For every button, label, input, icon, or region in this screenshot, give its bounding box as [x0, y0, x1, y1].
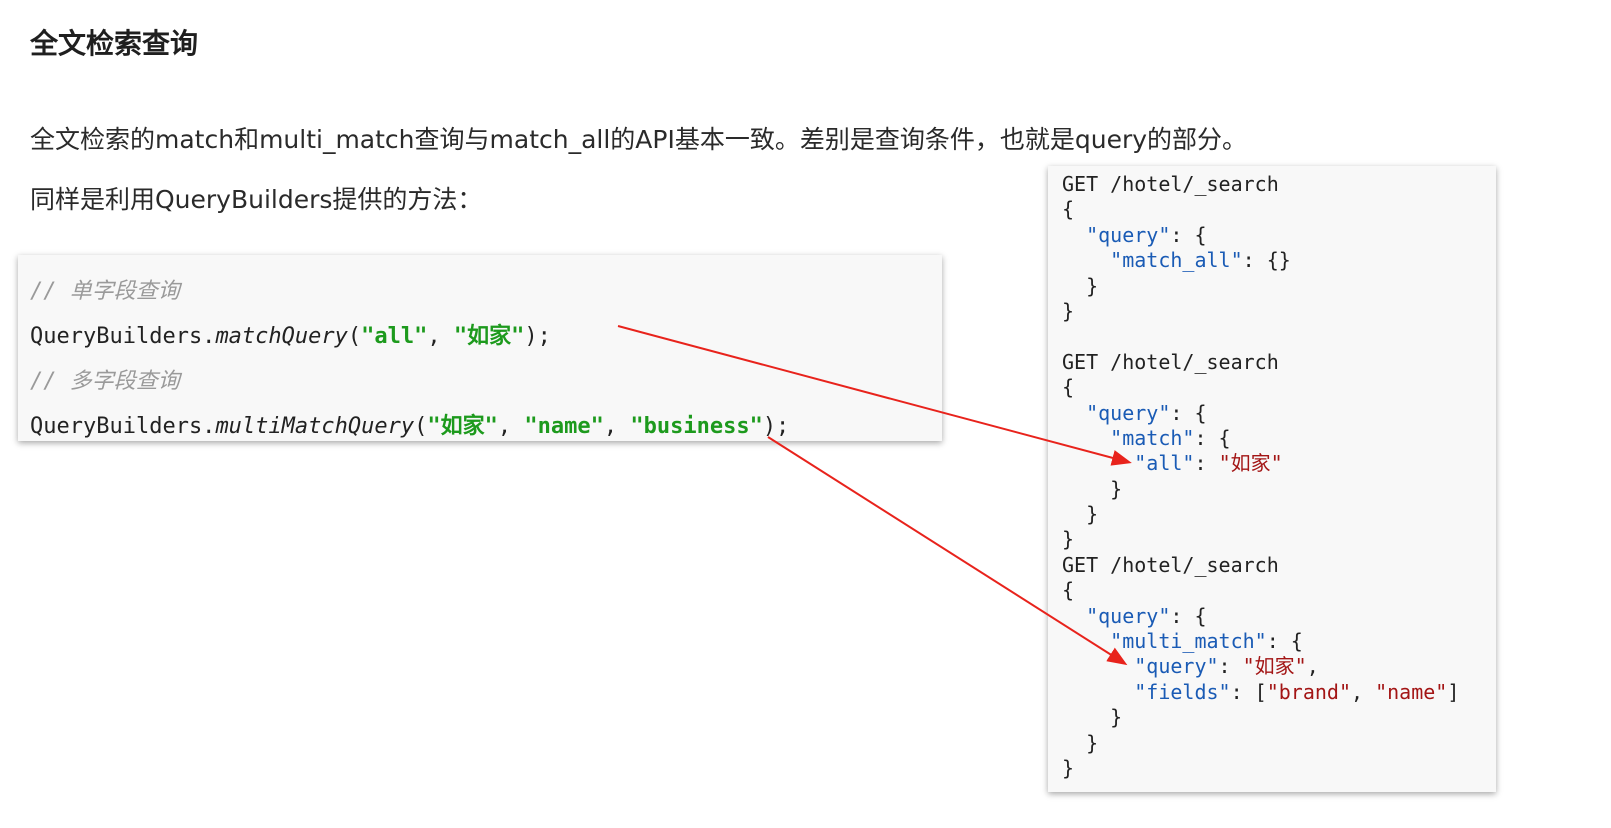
dsl-line: "query": "如家",: [1134, 654, 1319, 679]
dsl-brace: }: [1062, 273, 1099, 298]
code-string-arg: "如家": [453, 324, 525, 349]
dsl-key: "query": [1086, 222, 1171, 247]
code-method-name: multiMatchQuery: [215, 414, 415, 439]
code-class-name: QueryBuilders.: [30, 324, 216, 349]
dsl-key: "match": [1110, 425, 1195, 450]
dsl-line: "match_all": {}: [1110, 248, 1291, 273]
dsl-line: "match": {: [1110, 425, 1231, 450]
dsl-line: "multi_match": {: [1110, 629, 1303, 654]
dsl-line: "query": {: [1086, 222, 1207, 247]
dsl-string-value: "brand": [1266, 679, 1351, 704]
intro-paragraph: 全文检索的match和multi_match查询与match_all的API基本…: [30, 125, 1248, 154]
dsl-brace: }: [1062, 730, 1099, 755]
code-multi-match-query-line: QueryBuilders.multiMatchQuery("如家", "nam…: [30, 408, 789, 440]
page-heading: 全文检索查询: [30, 27, 199, 60]
code-string-arg: "business": [630, 414, 763, 439]
dsl-string-value: "如家": [1218, 451, 1283, 476]
dsl-value: {}: [1266, 248, 1291, 273]
code-separator: ,: [427, 324, 454, 349]
dsl-request-line: GET /hotel/_search: [1062, 349, 1279, 374]
code-string-arg: "all": [361, 324, 428, 349]
code-paren: (: [414, 414, 428, 439]
dsl-line: "fields": ["brand", "name"]: [1134, 679, 1460, 704]
code-method-name: matchQuery: [215, 324, 348, 349]
dsl-brace: }: [1062, 298, 1075, 323]
java-code-block: // 单字段查询 QueryBuilders.matchQuery("all",…: [18, 255, 942, 441]
dsl-key: "query": [1086, 400, 1171, 425]
dsl-request-line: GET /hotel/_search: [1062, 552, 1279, 577]
dsl-line: "all": "如家": [1134, 451, 1283, 476]
dsl-brace: {: [1062, 197, 1075, 222]
code-separator: ,: [603, 414, 631, 439]
dsl-brace: {: [1062, 375, 1075, 400]
code-paren: (: [347, 324, 362, 349]
dsl-key: "query": [1086, 603, 1171, 628]
code-separator: ,: [497, 414, 525, 439]
dsl-brace: }: [1062, 502, 1099, 527]
dsl-brace: }: [1062, 755, 1075, 780]
dsl-key: "multi_match": [1110, 629, 1267, 654]
code-class-name: QueryBuilders.: [30, 414, 216, 439]
code-match-query-line: QueryBuilders.matchQuery("all", "如家");: [30, 318, 551, 350]
dsl-brace: {: [1062, 578, 1075, 603]
code-paren: );: [524, 324, 551, 349]
method-paragraph: 同样是利用QueryBuilders提供的方法：: [30, 185, 483, 214]
dsl-string-value: "name": [1375, 679, 1448, 704]
dsl-brace: }: [1062, 705, 1123, 730]
dsl-line: "query": {: [1086, 603, 1207, 628]
code-comment-single-field: // 单字段查询: [30, 279, 180, 304]
dsl-blank: [1062, 324, 1496, 349]
dsl-key: "match_all": [1110, 248, 1243, 273]
dsl-line: "query": {: [1086, 400, 1207, 425]
dsl-request-line: GET /hotel/_search: [1062, 172, 1279, 196]
code-string-arg: "如家": [427, 414, 498, 439]
code-comment-multi-field: // 多字段查询: [30, 369, 180, 394]
dsl-brace: }: [1062, 476, 1123, 501]
dsl-brace: }: [1062, 527, 1075, 552]
dsl-string-value: "如家": [1242, 654, 1307, 679]
code-paren: );: [762, 414, 790, 439]
dsl-key: "fields": [1134, 679, 1231, 704]
dsl-key: "all": [1134, 451, 1195, 476]
code-string-arg: "name": [524, 414, 604, 439]
dsl-key: "query": [1134, 654, 1219, 679]
dsl-code-block: GET /hotel/_search { "query": { "match_a…: [1048, 166, 1496, 792]
